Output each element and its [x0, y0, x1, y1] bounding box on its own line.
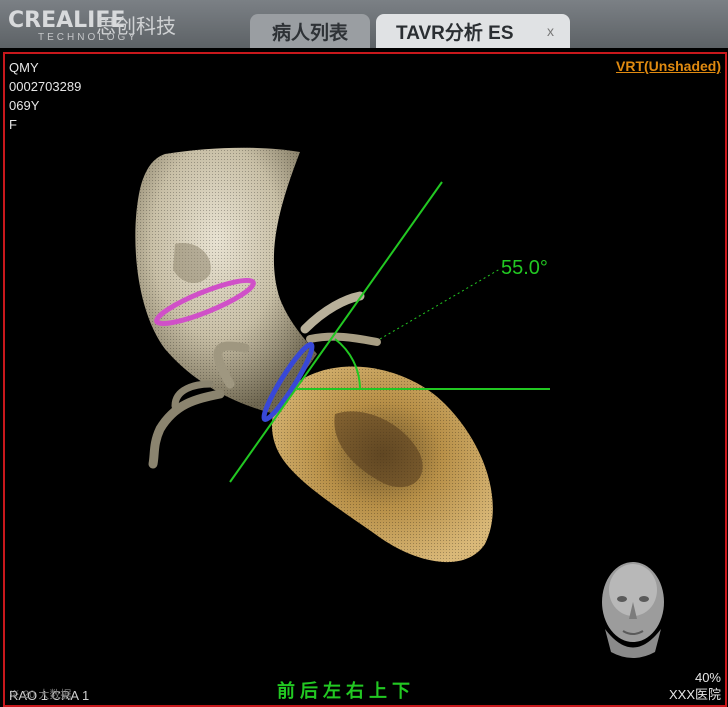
patient-id: 0002703289	[9, 79, 82, 94]
patient-sex: F	[9, 117, 17, 132]
direction-superior-button[interactable]: 上	[369, 677, 387, 703]
direction-right-button[interactable]: 右	[346, 677, 364, 703]
render-mode-link[interactable]: VRT(Unshaded)	[616, 58, 721, 74]
left-ventricle	[271, 366, 493, 563]
vrt-viewport[interactable]: 55.0° QMY 0002703289 069Y F VRT(Unshaded…	[3, 52, 727, 707]
tab-label: TAVR分析 ES	[396, 22, 514, 44]
patient-name: QMY	[9, 60, 39, 75]
direction-left-button[interactable]: 左	[323, 677, 341, 703]
title-bar: CREALIFE 思创科技 TECHNOLOGY 病人列表 TAVR分析 ES …	[0, 0, 728, 48]
hospital-name: XXX医院	[668, 687, 721, 702]
zoom-level: 40%	[694, 670, 721, 685]
angle-label: 55.0°	[501, 257, 548, 279]
orientation-head-icon[interactable]	[602, 562, 664, 658]
direction-posterior-button[interactable]: 后	[300, 677, 318, 703]
direction-inferior-button[interactable]: 下	[392, 677, 410, 703]
view-direction-buttons: 前 后 左 右 上 下	[277, 677, 410, 703]
tab-patient-list[interactable]: 病人列表	[250, 14, 370, 48]
orientation-overlay: ※ 20 大数据	[9, 689, 72, 701]
heart-volume-render: 55.0°	[135, 147, 664, 658]
patient-age: 069Y	[9, 98, 40, 113]
logo-subtitle: TECHNOLOGY	[38, 32, 139, 43]
orientation-angles: ※ 20 大数据 RAO 1 CRA 1	[9, 688, 89, 703]
direction-anterior-button[interactable]: 前	[277, 677, 295, 703]
close-icon[interactable]: x	[547, 23, 554, 39]
app-logo: CREALIFE 思创科技 TECHNOLOGY	[8, 8, 198, 44]
tab-tavr-analysis[interactable]: TAVR分析 ES x	[376, 14, 570, 48]
patient-info: QMY 0002703289 069Y F	[9, 58, 81, 134]
tab-label: 病人列表	[271, 22, 348, 44]
